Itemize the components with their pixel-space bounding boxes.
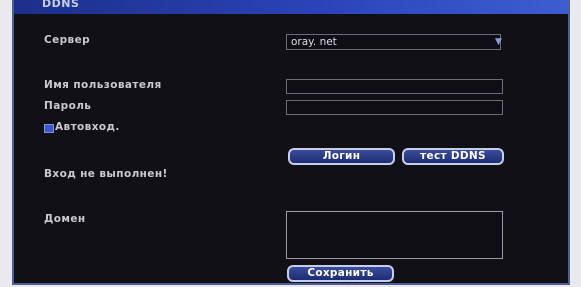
login-status: Вход не выполнен! — [44, 168, 168, 180]
username-label: Имя пользователя — [44, 79, 162, 91]
username-field[interactable] — [286, 79, 503, 94]
test-ddns-button[interactable]: тест DDNS — [402, 148, 504, 165]
password-label: Пароль — [44, 100, 92, 112]
save-button[interactable]: Сохранить — [287, 265, 394, 282]
password-field[interactable] — [286, 100, 503, 115]
server-select[interactable]: oray. net — [286, 34, 501, 50]
autologin-label: Автовход. — [55, 121, 120, 133]
server-label: Сервер — [44, 34, 91, 46]
domain-label: Домен — [44, 213, 86, 225]
autologin-checkbox[interactable] — [44, 124, 54, 133]
chevron-down-icon[interactable]: ▼ — [492, 36, 505, 49]
server-value: oray. net — [291, 36, 337, 48]
window-title: DDNS — [42, 0, 80, 10]
login-button[interactable]: Логин — [288, 148, 395, 165]
ddns-window: DDNS Сервер oray. net ▼ Имя пользователя… — [12, 0, 570, 285]
domain-field[interactable] — [286, 211, 503, 259]
title-bar: DDNS — [14, 0, 568, 14]
